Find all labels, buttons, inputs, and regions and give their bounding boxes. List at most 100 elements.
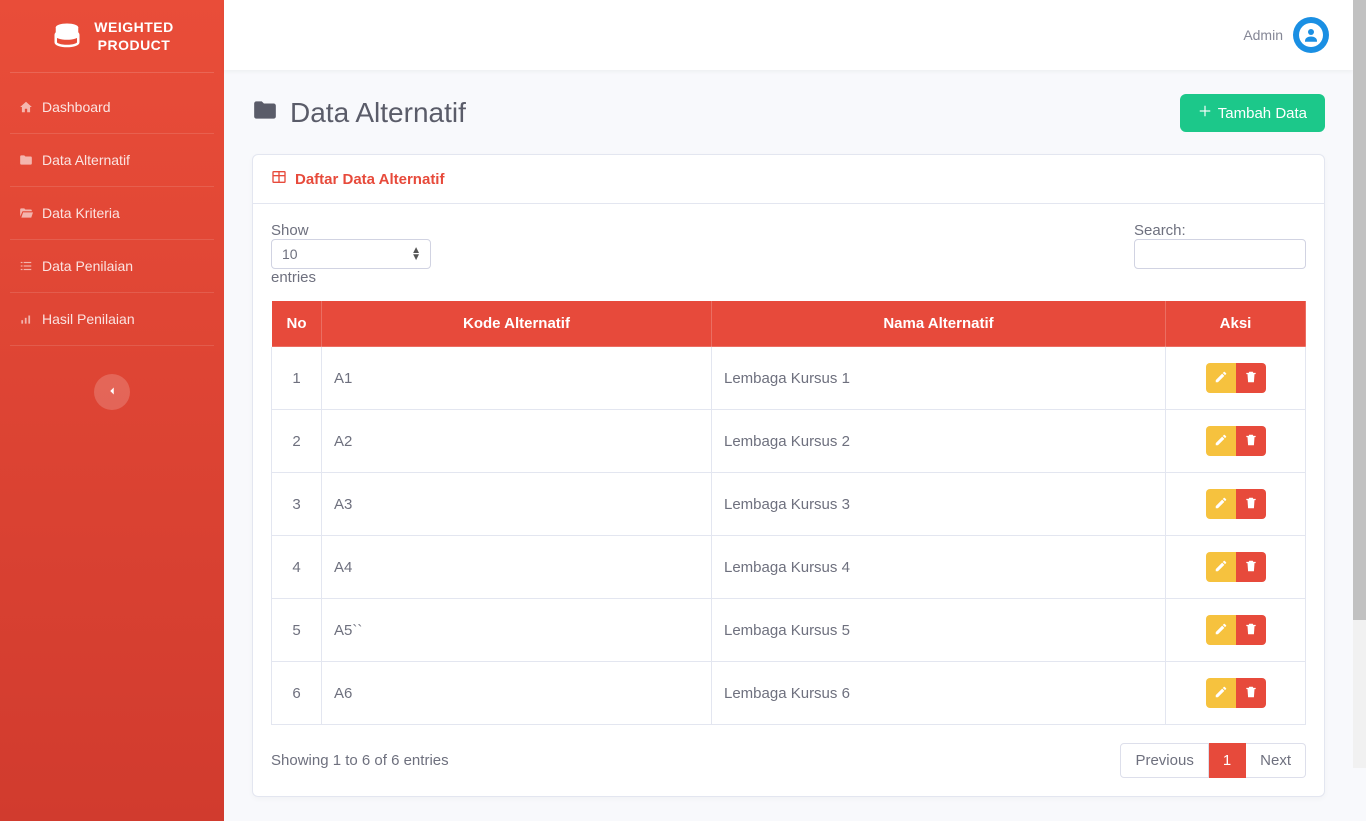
cell-nama: Lembaga Kursus 1 bbox=[712, 347, 1166, 410]
edit-icon bbox=[1214, 370, 1228, 387]
trash-icon bbox=[1244, 559, 1258, 576]
table-icon bbox=[271, 169, 287, 189]
edit-button[interactable] bbox=[1206, 552, 1236, 582]
username-label: Admin bbox=[1243, 27, 1283, 43]
table-row: 5A5``Lembaga Kursus 5 bbox=[272, 599, 1306, 662]
cell-no: 2 bbox=[272, 410, 322, 473]
delete-button[interactable] bbox=[1236, 363, 1266, 393]
delete-button[interactable] bbox=[1236, 615, 1266, 645]
search-label: Search: bbox=[1134, 222, 1306, 239]
edit-icon bbox=[1214, 559, 1228, 576]
edit-icon bbox=[1214, 622, 1228, 639]
col-aksi[interactable]: Aksi bbox=[1166, 301, 1306, 347]
pagination-next[interactable]: Next bbox=[1246, 743, 1306, 778]
cell-kode: A6 bbox=[322, 662, 712, 725]
cell-kode: A4 bbox=[322, 536, 712, 599]
col-nama[interactable]: Nama Alternatif bbox=[712, 301, 1166, 347]
delete-button[interactable] bbox=[1236, 552, 1266, 582]
edit-button[interactable] bbox=[1206, 489, 1236, 519]
user-icon bbox=[1299, 23, 1323, 47]
delete-button[interactable] bbox=[1236, 678, 1266, 708]
sidebar-nav: Dashboard Data Alternatif Data Kriteria … bbox=[0, 73, 224, 354]
cell-nama: Lembaga Kursus 4 bbox=[712, 536, 1166, 599]
cell-no: 5 bbox=[272, 599, 322, 662]
avatar bbox=[1293, 17, 1329, 53]
sidebar-item-label: Dashboard bbox=[42, 99, 111, 115]
edit-button[interactable] bbox=[1206, 363, 1236, 393]
brand-title: WEIGHTED PRODUCT bbox=[94, 18, 173, 54]
col-no[interactable]: No bbox=[272, 301, 322, 347]
table-row: 6A6Lembaga Kursus 6 bbox=[272, 662, 1306, 725]
sidebar-item-hasil-penilaian[interactable]: Hasil Penilaian bbox=[10, 293, 214, 345]
search-input[interactable] bbox=[1134, 239, 1306, 269]
sidebar-item-data-kriteria[interactable]: Data Kriteria bbox=[10, 187, 214, 239]
database-icon bbox=[50, 19, 84, 53]
table-row: 1A1Lembaga Kursus 1 bbox=[272, 347, 1306, 410]
table-row: 3A3Lembaga Kursus 3 bbox=[272, 473, 1306, 536]
cell-aksi bbox=[1166, 536, 1306, 599]
table-row: 4A4Lembaga Kursus 4 bbox=[272, 536, 1306, 599]
data-card: Daftar Data Alternatif Show 10 ▲▼ bbox=[252, 154, 1325, 797]
pagination-prev[interactable]: Previous bbox=[1120, 743, 1208, 778]
sidebar-item-label: Hasil Penilaian bbox=[42, 311, 135, 327]
show-label: Show bbox=[271, 222, 431, 239]
cell-nama: Lembaga Kursus 6 bbox=[712, 662, 1166, 725]
sidebar-item-label: Data Kriteria bbox=[42, 205, 120, 221]
edit-icon bbox=[1214, 685, 1228, 702]
plus-icon bbox=[1198, 104, 1212, 122]
add-data-button[interactable]: Tambah Data bbox=[1180, 94, 1325, 132]
cell-aksi bbox=[1166, 662, 1306, 725]
vertical-scrollbar[interactable] bbox=[1353, 0, 1366, 768]
sidebar-collapse-button[interactable] bbox=[94, 374, 130, 410]
cell-no: 3 bbox=[272, 473, 322, 536]
folder-icon bbox=[252, 97, 278, 130]
cell-kode: A3 bbox=[322, 473, 712, 536]
trash-icon bbox=[1244, 496, 1258, 513]
page-title: Data Alternatif bbox=[252, 97, 466, 130]
dashboard-icon bbox=[18, 99, 34, 115]
sidebar-item-data-alternatif[interactable]: Data Alternatif bbox=[10, 134, 214, 186]
brand[interactable]: WEIGHTED PRODUCT bbox=[10, 0, 214, 73]
col-kode[interactable]: Kode Alternatif bbox=[322, 301, 712, 347]
cell-nama: Lembaga Kursus 3 bbox=[712, 473, 1166, 536]
sidebar-item-label: Data Penilaian bbox=[42, 258, 133, 274]
card-header: Daftar Data Alternatif bbox=[253, 155, 1324, 204]
list-icon bbox=[18, 258, 34, 274]
cell-aksi bbox=[1166, 410, 1306, 473]
edit-button[interactable] bbox=[1206, 615, 1236, 645]
edit-icon bbox=[1214, 433, 1228, 450]
sidebar-item-data-penilaian[interactable]: Data Penilaian bbox=[10, 240, 214, 292]
chevron-left-icon bbox=[105, 384, 119, 401]
chart-icon bbox=[18, 311, 34, 327]
cell-no: 6 bbox=[272, 662, 322, 725]
scrollbar-thumb[interactable] bbox=[1353, 0, 1366, 620]
cell-aksi bbox=[1166, 599, 1306, 662]
add-button-label: Tambah Data bbox=[1218, 105, 1307, 122]
user-menu[interactable]: Admin bbox=[1243, 17, 1329, 53]
cell-kode: A1 bbox=[322, 347, 712, 410]
cell-nama: Lembaga Kursus 5 bbox=[712, 599, 1166, 662]
delete-button[interactable] bbox=[1236, 426, 1266, 456]
length-control: Show 10 ▲▼ entries bbox=[271, 222, 431, 286]
cell-aksi bbox=[1166, 347, 1306, 410]
cell-nama: Lembaga Kursus 2 bbox=[712, 410, 1166, 473]
edit-button[interactable] bbox=[1206, 426, 1236, 456]
card-title: Daftar Data Alternatif bbox=[295, 171, 444, 188]
edit-icon bbox=[1214, 496, 1228, 513]
cell-kode: A2 bbox=[322, 410, 712, 473]
trash-icon bbox=[1244, 622, 1258, 639]
trash-icon bbox=[1244, 370, 1258, 387]
folder-open-icon bbox=[18, 205, 34, 221]
cell-aksi bbox=[1166, 473, 1306, 536]
sidebar-item-label: Data Alternatif bbox=[42, 152, 130, 168]
folder-icon bbox=[18, 152, 34, 168]
pagination-page-1[interactable]: 1 bbox=[1209, 743, 1246, 778]
cell-kode: A5`` bbox=[322, 599, 712, 662]
sidebar: WEIGHTED PRODUCT Dashboard Data Alternat… bbox=[0, 0, 224, 821]
sidebar-item-dashboard[interactable]: Dashboard bbox=[10, 81, 214, 133]
length-select[interactable]: 10 bbox=[271, 239, 431, 269]
cell-no: 1 bbox=[272, 347, 322, 410]
delete-button[interactable] bbox=[1236, 489, 1266, 519]
table-info: Showing 1 to 6 of 6 entries bbox=[271, 752, 449, 769]
edit-button[interactable] bbox=[1206, 678, 1236, 708]
